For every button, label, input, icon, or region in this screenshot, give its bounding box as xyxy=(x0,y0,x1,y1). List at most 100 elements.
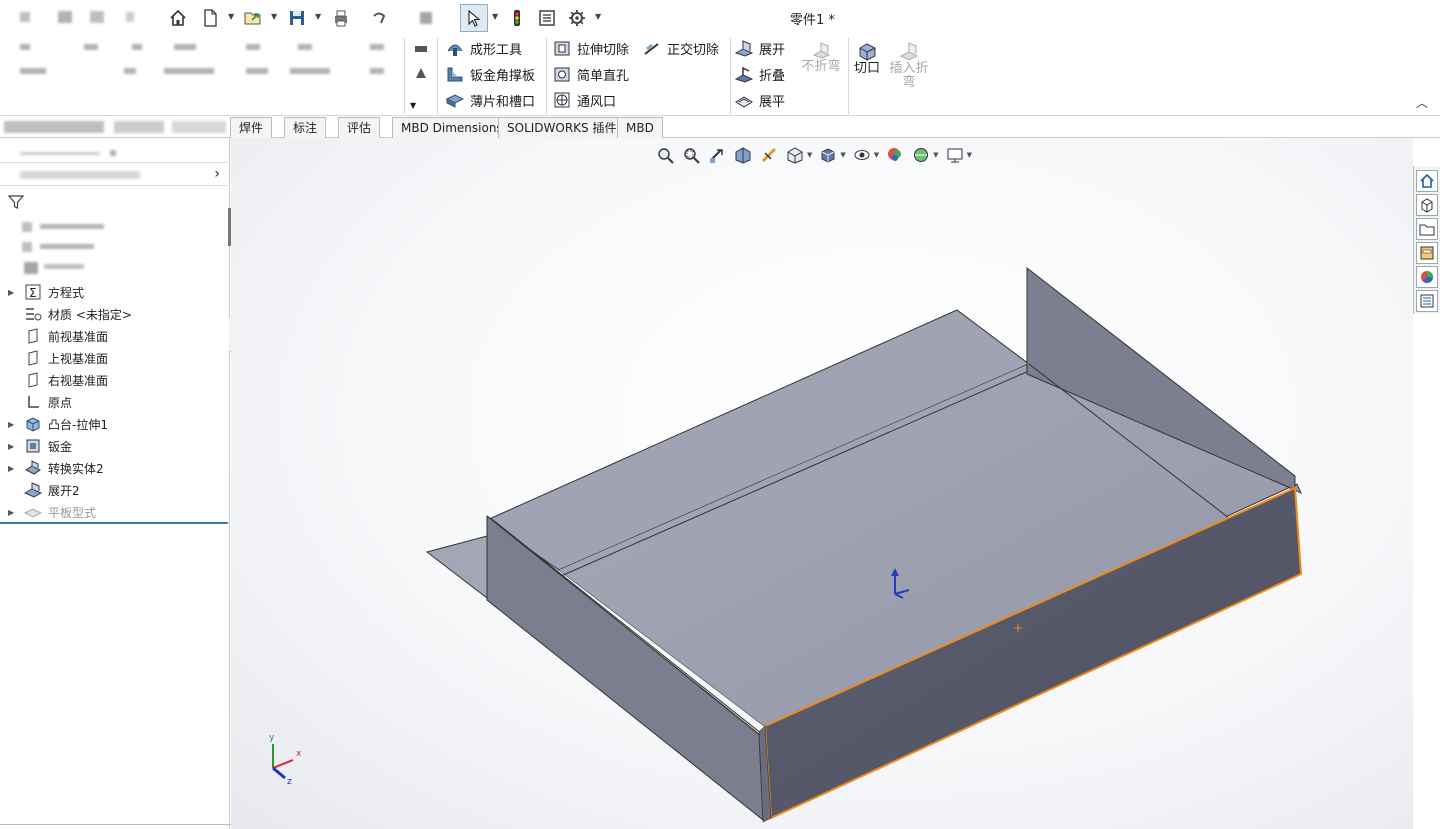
no-bends-icon xyxy=(812,42,831,59)
extrude-cut-button[interactable]: 拉伸切除 xyxy=(553,37,629,59)
flatten-icon xyxy=(735,96,753,108)
normal-cut-button[interactable]: 正交切除 xyxy=(643,37,719,59)
rollback-bar[interactable] xyxy=(0,522,228,524)
no-bends-label: 不折弯 xyxy=(801,59,841,74)
unfold-icon xyxy=(735,40,753,57)
ribbon-small-icon-b[interactable] xyxy=(412,62,430,84)
forming-tool-button[interactable]: 成形工具 xyxy=(446,37,522,59)
new-document-icon[interactable] xyxy=(198,6,222,30)
left-flange-tab[interactable] xyxy=(425,535,488,600)
expand-arrow-icon[interactable]: ▶ xyxy=(8,442,18,451)
flatpattern-icon xyxy=(24,503,42,521)
normal-cut-label: 正交切除 xyxy=(667,42,720,58)
options-gear-icon[interactable] xyxy=(565,6,589,30)
rip-icon xyxy=(859,43,876,61)
new-dropdown-icon[interactable]: ▼ xyxy=(228,12,234,21)
collapse-ribbon-chevron-icon[interactable]: ︿ xyxy=(1416,94,1428,111)
tab-and-slot-button[interactable]: 薄片和槽口 xyxy=(446,89,535,111)
vent-icon xyxy=(554,92,570,108)
ribbon-separator xyxy=(730,38,731,114)
feature-tree-item-label: 凸台-拉伸1 xyxy=(48,417,108,432)
feature-tree-header[interactable]: › xyxy=(0,162,228,186)
feature-tree-item[interactable]: 原点 xyxy=(0,391,228,413)
expand-chevron-icon[interactable]: › xyxy=(214,166,220,182)
feature-tree-item[interactable]: 前视基准面 xyxy=(0,325,228,347)
rebuild-icon[interactable] xyxy=(414,6,438,30)
expand-arrow-icon[interactable]: ▶ xyxy=(8,288,18,297)
feature-tree-item[interactable]: ▶ 凸台-拉伸1 xyxy=(0,413,228,435)
feature-tree-item[interactable]: ▶ Σ 方程式 xyxy=(0,281,228,303)
feature-tree-item-label: 转换实体2 xyxy=(48,461,104,476)
insert-bends-button[interactable]: 插入折弯 xyxy=(886,40,932,90)
save-icon[interactable] xyxy=(285,6,309,30)
select-dropdown-icon[interactable]: ▼ xyxy=(492,12,498,21)
feature-tree-item[interactable]: ▶ 转换实体2 xyxy=(0,457,228,479)
flatten-button[interactable]: 展平 xyxy=(735,89,785,111)
tab-mbd[interactable]: MBD xyxy=(617,117,663,138)
triad-y-label: y xyxy=(269,733,275,743)
ribbon-overflow-dropdown-icon[interactable]: ▼ xyxy=(410,94,416,116)
tab-evaluate[interactable]: 评估 xyxy=(338,117,381,138)
ribbon-separator xyxy=(437,38,438,114)
tab-slot-label: 薄片和槽口 xyxy=(470,94,536,110)
feature-tree-item[interactable]: 展开2 xyxy=(0,479,228,501)
equation-icon: Σ xyxy=(24,283,42,301)
expand-arrow-icon[interactable]: ▶ xyxy=(8,508,18,517)
blurred-tree-rows xyxy=(22,218,112,274)
view-palette-icon[interactable] xyxy=(1416,242,1438,264)
document-title: 零件1 * xyxy=(790,13,835,28)
feature-tree-item[interactable]: ▶ 平板型式 xyxy=(0,501,228,523)
filter-icon[interactable] xyxy=(7,194,25,213)
plane-icon xyxy=(24,327,42,345)
custom-properties-icon[interactable] xyxy=(1416,290,1438,312)
feature-tree-item[interactable]: 右视基准面 xyxy=(0,369,228,391)
vent-button[interactable]: 通风口 xyxy=(553,89,616,111)
no-bends-button[interactable]: 不折弯 xyxy=(800,40,842,74)
select-pointer-button[interactable] xyxy=(460,4,488,32)
fold-label: 折叠 xyxy=(759,68,786,84)
rebuild-traffic-light-icon[interactable] xyxy=(505,6,529,30)
ribbon-separator xyxy=(404,38,405,114)
feature-tree-item[interactable]: 材质 <未指定> xyxy=(0,303,228,325)
blurred-panel-toolbar xyxy=(20,146,220,160)
open-icon[interactable] xyxy=(241,6,265,30)
expand-arrow-icon[interactable]: ▶ xyxy=(8,464,18,473)
forming-tool-icon xyxy=(447,44,463,56)
fold-button[interactable]: 折叠 xyxy=(735,63,785,85)
gusset-icon xyxy=(447,67,463,82)
flatten-label: 展平 xyxy=(759,94,786,110)
expand-arrow-icon[interactable]: ▶ xyxy=(8,420,18,429)
tab-mbd-dimensions[interactable]: MBD Dimensions xyxy=(392,117,512,138)
solidworks-resources-home-icon[interactable] xyxy=(1416,170,1438,192)
extrude-cut-icon xyxy=(554,41,570,56)
file-explorer-icon[interactable] xyxy=(1416,218,1438,240)
print-icon[interactable] xyxy=(329,6,353,30)
simple-hole-button[interactable]: 简单直孔 xyxy=(553,63,629,85)
home-icon[interactable] xyxy=(166,6,190,30)
ribbon-small-icon-a[interactable] xyxy=(412,36,430,58)
insert-bends-label: 插入折弯 xyxy=(889,61,929,90)
tab-markup[interactable]: 标注 xyxy=(284,117,327,138)
unfold-button[interactable]: 展开 xyxy=(735,37,785,59)
sheet-metal-gusset-button[interactable]: 钣金角撑板 xyxy=(446,63,535,85)
feature-tree-item[interactable]: 上视基准面 xyxy=(0,347,228,369)
sheet-metal-part-model[interactable]: + xyxy=(231,138,1413,829)
design-library-icon[interactable] xyxy=(1416,194,1438,216)
command-manager-tabs: 焊件 标注 评估 MBD Dimensions SOLIDWORKS 插件 MB… xyxy=(0,116,1440,138)
feature-tree-item-label: 方程式 xyxy=(48,285,85,300)
panel-bottom-tabs[interactable] xyxy=(0,824,240,829)
undo-icon[interactable] xyxy=(367,6,391,30)
rip-button[interactable]: 切口 xyxy=(852,40,882,76)
options-dropdown-icon[interactable]: ▼ xyxy=(595,12,601,21)
save-dropdown-icon[interactable]: ▼ xyxy=(315,12,321,21)
triad-z-label: z xyxy=(287,777,292,786)
simple-hole-label: 简单直孔 xyxy=(577,68,630,84)
unfold-label: 展开 xyxy=(759,42,786,58)
tab-weldments[interactable]: 焊件 xyxy=(230,117,273,138)
open-dropdown-icon[interactable]: ▼ xyxy=(271,12,277,21)
graphics-area[interactable]: ▼ ▼ ▼ ▼ ▼ + y x z xyxy=(231,138,1413,829)
feature-tree-item[interactable]: ▶ 钣金 xyxy=(0,435,228,457)
appearances-icon[interactable] xyxy=(1416,266,1438,288)
file-properties-icon[interactable] xyxy=(535,6,559,30)
tab-solidworks-addins[interactable]: SOLIDWORKS 插件 xyxy=(498,117,626,138)
